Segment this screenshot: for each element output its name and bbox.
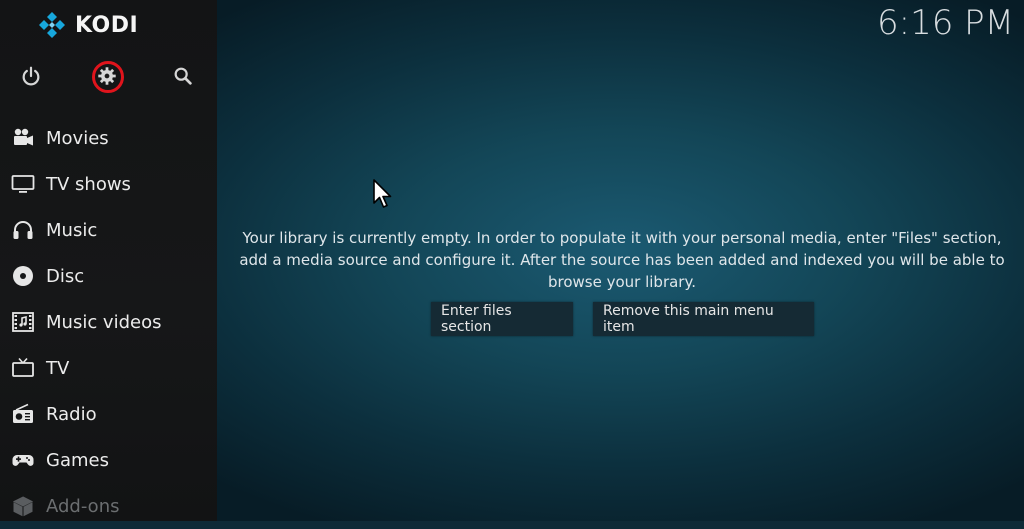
power-icon (22, 66, 40, 86)
sidebar: KODI Movies TV shows Music Disc Music vi… (0, 0, 217, 521)
kodi-logo: KODI (38, 11, 138, 39)
tv-icon (12, 357, 34, 377)
radio-icon (13, 403, 33, 423)
menu-item-tv-shows[interactable]: TV shows (0, 161, 217, 207)
mouse-cursor-icon (373, 179, 392, 208)
power-button[interactable] (16, 61, 46, 91)
gamepad-icon (12, 455, 34, 466)
menu-item-add-ons[interactable]: Add-ons (0, 483, 217, 529)
menu-item-label: Radio (46, 403, 97, 425)
menu-item-label: Movies (46, 127, 109, 149)
menu-item-disc[interactable]: Disc (0, 253, 217, 299)
kodi-logo-icon (39, 12, 65, 38)
menu-item-movies[interactable]: Movies (0, 115, 217, 161)
menu-item-label: Add-ons (46, 495, 120, 517)
clock: 6:16 PM (877, 3, 1014, 43)
empty-library-message: Your library is currently empty. In orde… (239, 229, 1005, 291)
menu-item-tv[interactable]: TV (0, 345, 217, 391)
menu-item-label: Disc (46, 265, 85, 287)
menu-item-music-videos[interactable]: Music videos (0, 299, 217, 345)
box-icon (12, 496, 34, 517)
main-menu: Movies TV shows Music Disc Music videos … (0, 115, 217, 529)
headphones-icon (13, 221, 33, 239)
remove-menu-item-button[interactable]: Remove this main menu item (593, 302, 814, 336)
film-strip-icon (12, 312, 34, 332)
settings-button[interactable] (92, 61, 124, 93)
enter-files-section-button[interactable]: Enter files section (431, 302, 573, 336)
highlight-ring (92, 61, 124, 93)
movie-camera-icon (14, 128, 33, 146)
search-icon (174, 67, 192, 85)
brand-name: KODI (75, 12, 139, 38)
top-icon-bar (0, 61, 217, 93)
menu-item-label: Music (46, 219, 98, 241)
action-buttons: Enter files section Remove this main men… (431, 302, 814, 336)
disc-icon (13, 266, 33, 286)
search-button[interactable] (168, 61, 198, 91)
menu-item-radio[interactable]: Radio (0, 391, 217, 437)
menu-item-music[interactable]: Music (0, 207, 217, 253)
menu-item-games[interactable]: Games (0, 437, 217, 483)
monitor-icon (11, 175, 35, 193)
menu-item-label: Music videos (46, 311, 162, 333)
menu-item-label: TV (46, 357, 70, 379)
menu-item-label: Games (46, 449, 109, 471)
menu-item-label: TV shows (46, 173, 131, 195)
